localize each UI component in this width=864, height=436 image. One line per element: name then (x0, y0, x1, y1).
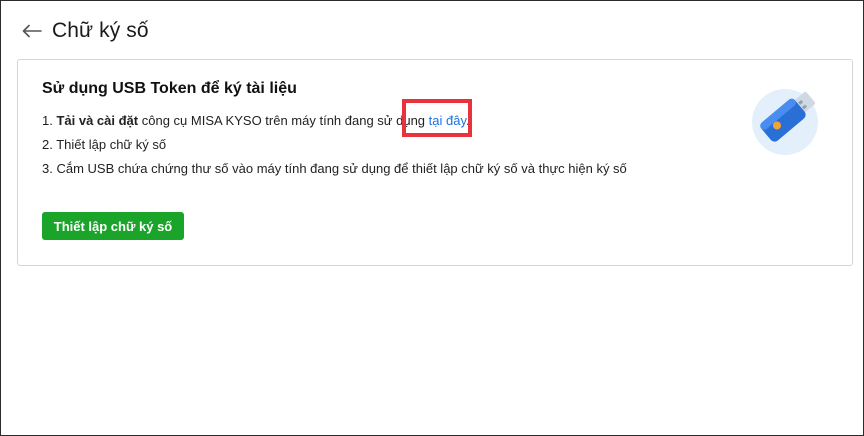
step-3: 3. Cắm USB chứa chứng thư số vào máy tín… (42, 161, 627, 176)
usb-token-card: Sử dụng USB Token để ký tài liệu 1. Tải … (17, 59, 853, 266)
step-2: 2. Thiết lập chữ ký số (42, 137, 167, 152)
steps-list: 1. Tải và cài đặt công cụ MISA KYSO trên… (42, 109, 627, 181)
arrow-left-icon (22, 24, 42, 38)
page-title: Chữ ký số (52, 19, 149, 42)
step-1-bold: Tải và cài đặt (56, 113, 139, 128)
step-1-prefix: 1. (42, 113, 57, 128)
highlight-annotation (402, 99, 472, 137)
step-1: 1. Tải và cài đặt công cụ MISA KYSO trên… (42, 109, 627, 133)
back-button[interactable] (20, 19, 44, 43)
step-1-text: công cụ MISA KYSO trên máy tính đang sử … (138, 113, 429, 128)
card-title: Sử dụng USB Token để ký tài liệu (42, 80, 297, 97)
setup-signature-button[interactable]: Thiết lập chữ ký số (42, 212, 184, 240)
usb-token-icon (752, 89, 818, 155)
page-header: Chữ ký số (20, 16, 149, 46)
